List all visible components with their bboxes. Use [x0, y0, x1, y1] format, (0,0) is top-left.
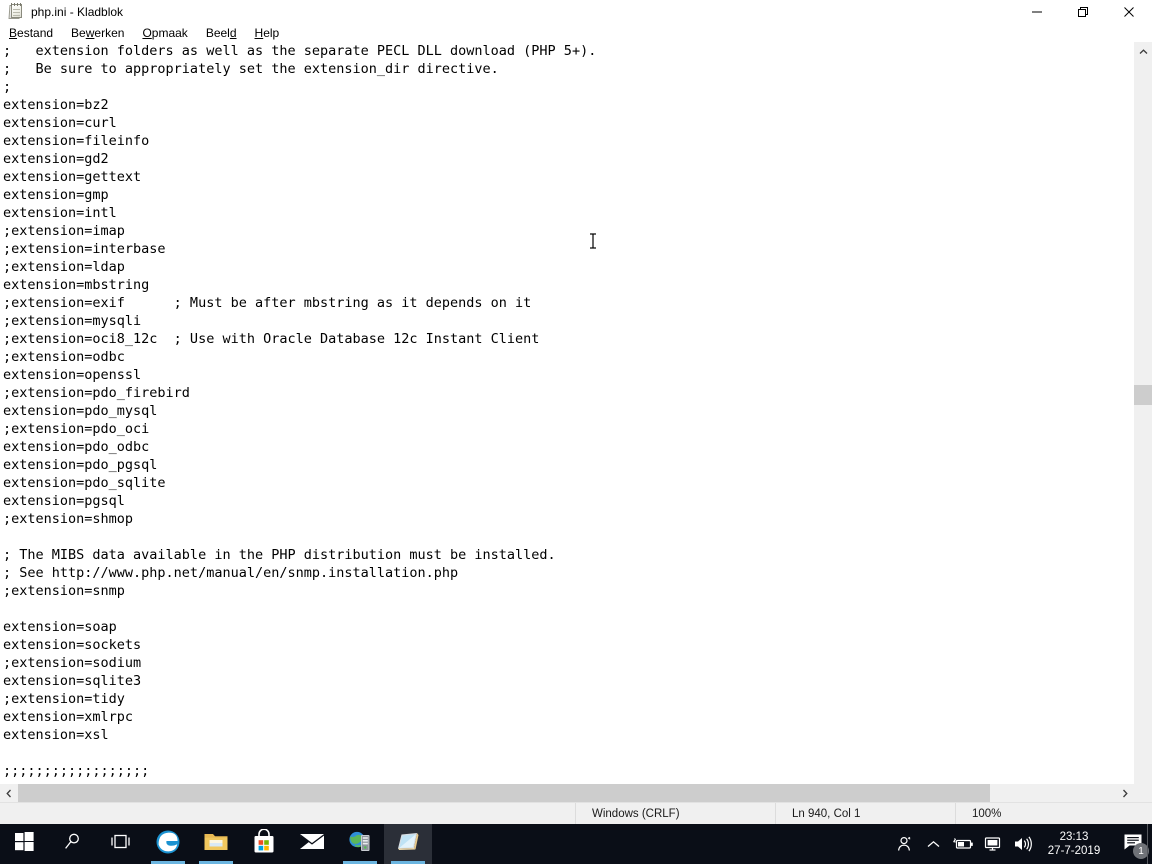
- status-zoom-level: 100%: [955, 802, 1152, 825]
- chevron-up-icon[interactable]: [1134, 42, 1152, 61]
- text-editor-content[interactable]: ; extension folders as well as the separ…: [3, 42, 1133, 784]
- store-icon: [252, 828, 276, 859]
- xampp-button[interactable]: [336, 824, 384, 864]
- windows-logo-icon: [14, 832, 34, 856]
- task-view-icon: [110, 833, 131, 855]
- show-desktop-button[interactable]: [1147, 824, 1152, 864]
- horizontal-scrollbar[interactable]: [0, 784, 1133, 802]
- edge-icon: [155, 829, 181, 860]
- status-line-ending: Windows (CRLF): [575, 802, 775, 825]
- menu-item-help[interactable]: Help: [246, 24, 289, 42]
- menu-bar: Bestand Bewerken Opmaak Beeld Help: [0, 24, 1152, 42]
- mail-button[interactable]: [288, 824, 336, 864]
- show-hidden-icons-icon[interactable]: [918, 824, 948, 864]
- status-cursor-position: Ln 940, Col 1: [775, 802, 955, 825]
- scrollbar-corner: [1133, 784, 1152, 802]
- edge-button[interactable]: [144, 824, 192, 864]
- notepad-button[interactable]: [384, 824, 432, 864]
- volume-icon[interactable]: [1008, 824, 1038, 864]
- network-icon[interactable]: [978, 824, 1008, 864]
- menu-item-opmaak[interactable]: Opmaak: [133, 24, 196, 42]
- file-explorer-button[interactable]: [192, 824, 240, 864]
- chevron-left-icon[interactable]: [0, 784, 17, 802]
- menu-item-bestand[interactable]: Bestand: [0, 24, 62, 42]
- search-icon: [63, 832, 82, 856]
- notepad-icon: [395, 830, 421, 859]
- server-globe-icon: [347, 830, 373, 859]
- clock[interactable]: 23:13 27-7-2019: [1038, 824, 1114, 864]
- window-titlebar[interactable]: php.ini - Kladblok: [0, 0, 1152, 24]
- clock-time: 23:13: [1059, 831, 1089, 843]
- menu-item-bewerken[interactable]: Bewerken: [62, 24, 133, 42]
- battery-icon[interactable]: [948, 824, 978, 864]
- window-title: php.ini - Kladblok: [31, 5, 124, 19]
- status-bar: Windows (CRLF) Ln 940, Col 1 100%: [0, 802, 1152, 825]
- start-button[interactable]: [0, 824, 48, 864]
- text-editor-area[interactable]: ; extension folders as well as the separ…: [0, 42, 1152, 802]
- minimize-button[interactable]: [1014, 0, 1060, 24]
- close-button[interactable]: [1106, 0, 1152, 24]
- window-controls: [1014, 0, 1152, 24]
- chevron-right-icon[interactable]: [1116, 784, 1133, 802]
- mail-icon: [299, 832, 325, 856]
- microsoft-store-button[interactable]: [240, 824, 288, 864]
- horizontal-scrollbar-thumb[interactable]: [18, 784, 990, 802]
- restore-button[interactable]: [1060, 0, 1106, 24]
- clock-date: 27-7-2019: [1047, 845, 1101, 857]
- people-icon[interactable]: [888, 824, 918, 864]
- vertical-scrollbar[interactable]: [1133, 42, 1152, 802]
- status-spacer: [0, 803, 575, 825]
- vertical-scrollbar-thumb[interactable]: [1134, 385, 1152, 405]
- taskbar: 23:13 27-7-2019 1: [0, 824, 1152, 864]
- menu-item-beeld[interactable]: Beeld: [197, 24, 246, 42]
- task-view-button[interactable]: [96, 824, 144, 864]
- folder-icon: [203, 831, 229, 858]
- titlebar-left: php.ini - Kladblok: [0, 0, 123, 24]
- search-button[interactable]: [48, 824, 96, 864]
- desktop: php.ini - Kladblok Bestand Bewerken Opma…: [0, 0, 1152, 864]
- notepad-icon: [7, 3, 23, 20]
- system-tray: 23:13 27-7-2019 1: [888, 824, 1152, 864]
